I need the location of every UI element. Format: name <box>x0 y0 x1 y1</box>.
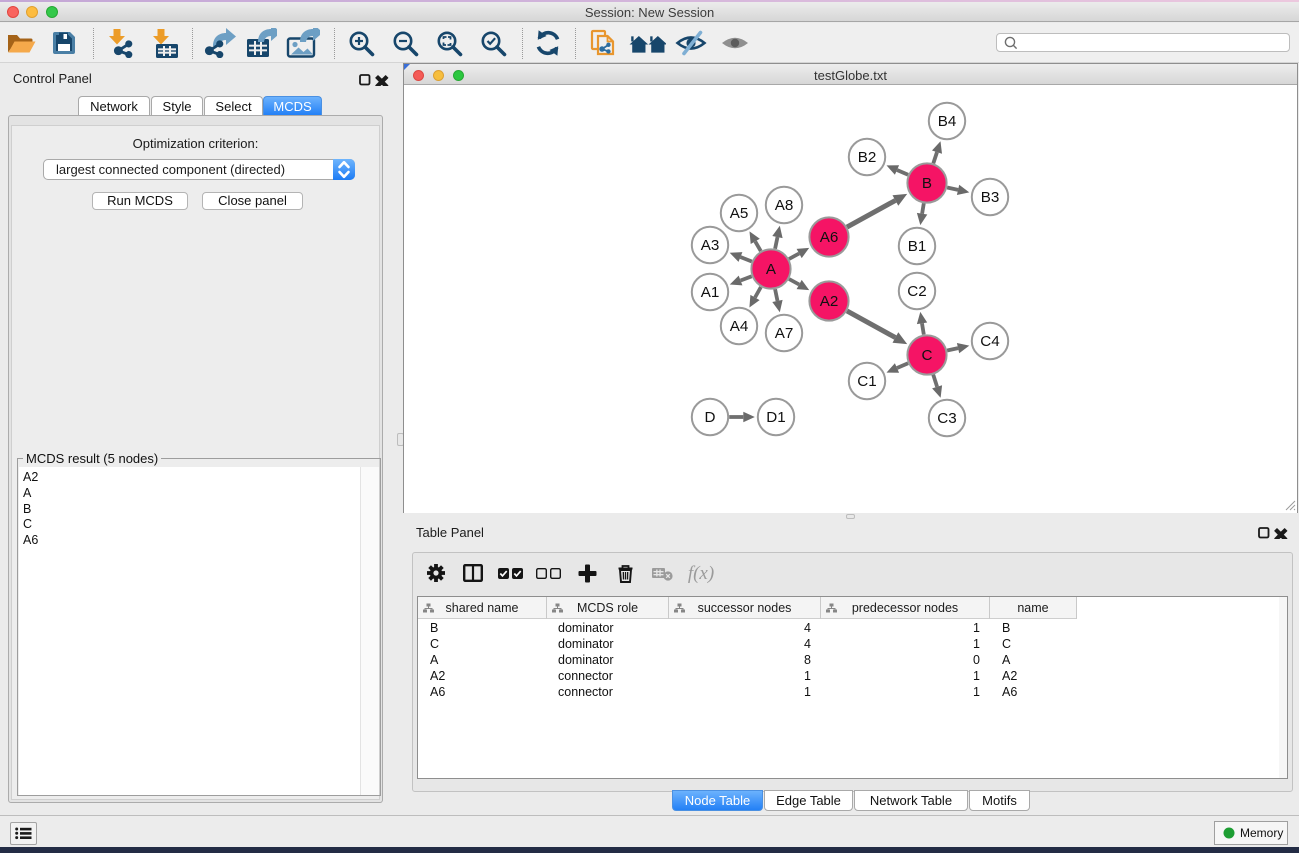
svg-text:C4: C4 <box>980 333 999 350</box>
svg-text:A4: A4 <box>730 318 749 335</box>
svg-text:C: C <box>922 347 933 364</box>
svg-text:D: D <box>705 409 716 426</box>
svg-text:f(x): f(x) <box>688 563 714 584</box>
svg-text:B1: B1 <box>908 238 927 255</box>
svg-text:A8: A8 <box>775 197 794 214</box>
svg-text:B: B <box>922 175 932 192</box>
svg-text:A2: A2 <box>820 293 839 310</box>
svg-text:A7: A7 <box>775 325 794 342</box>
svg-text:A6: A6 <box>820 229 839 246</box>
svg-text:B3: B3 <box>981 189 1000 206</box>
svg-text:Memory: Memory <box>1240 826 1283 840</box>
svg-text:A1: A1 <box>701 284 720 301</box>
svg-text:C2: C2 <box>907 283 926 300</box>
svg-text:C1: C1 <box>857 373 876 390</box>
svg-text:C3: C3 <box>937 410 956 427</box>
svg-text:A: A <box>766 261 777 278</box>
svg-text:D1: D1 <box>766 409 785 426</box>
svg-text:B4: B4 <box>938 113 957 130</box>
svg-text:A5: A5 <box>730 205 749 222</box>
svg-text:B2: B2 <box>858 149 877 166</box>
svg-text:A3: A3 <box>701 237 720 254</box>
